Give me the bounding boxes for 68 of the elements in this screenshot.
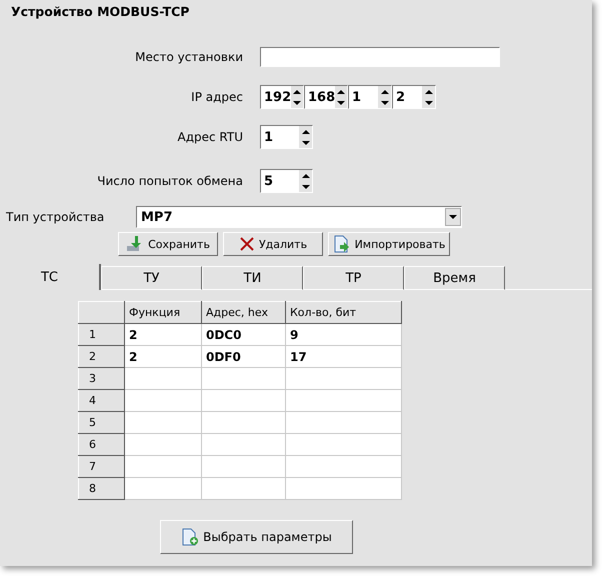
table-cell[interactable] bbox=[124, 434, 202, 456]
column-header[interactable]: Кол-во, бит bbox=[286, 302, 402, 324]
corner-cell bbox=[78, 302, 124, 324]
spin-field[interactable]: 1 bbox=[260, 125, 313, 149]
table-cell[interactable]: 9 bbox=[286, 324, 402, 346]
input-field[interactable] bbox=[260, 47, 500, 67]
spin-arrows-icon[interactable] bbox=[299, 170, 312, 192]
field-label: Тип устройства bbox=[6, 210, 106, 224]
table-cell[interactable] bbox=[124, 412, 202, 434]
spin-field[interactable]: 5 bbox=[260, 169, 313, 193]
spin-arrows-icon[interactable] bbox=[291, 86, 303, 108]
spin-arrows-icon[interactable] bbox=[422, 86, 435, 108]
field-label: Адрес RTU bbox=[176, 130, 243, 144]
row-header[interactable]: 4 bbox=[78, 390, 124, 412]
table-cell[interactable] bbox=[202, 478, 286, 500]
tab[interactable]: ТУ bbox=[101, 266, 202, 290]
spin-field[interactable]: 1 bbox=[348, 85, 392, 109]
column-header[interactable]: Адрес, hex bbox=[202, 302, 286, 324]
table-cell[interactable]: 17 bbox=[286, 346, 402, 368]
tab[interactable]: ТС bbox=[0, 264, 101, 290]
field-label: IP адрес bbox=[190, 90, 243, 104]
save-button[interactable]: Сохранить bbox=[118, 232, 218, 256]
spin-field[interactable]: 192 bbox=[260, 85, 304, 109]
tab[interactable]: Время bbox=[404, 266, 505, 290]
window-title: Устройство MODBUS-TCP bbox=[10, 3, 190, 21]
select-parameters-button[interactable]: Выбрать параметры bbox=[160, 520, 353, 554]
spin-field[interactable]: 2 bbox=[392, 85, 436, 109]
delete-button[interactable]: Удалить bbox=[223, 232, 323, 256]
row-header[interactable]: 7 bbox=[78, 456, 124, 478]
spin-arrows-icon[interactable] bbox=[378, 86, 391, 108]
field-label: Число попыток обмена bbox=[96, 174, 243, 188]
document-plus-icon bbox=[181, 528, 200, 546]
table-cell[interactable] bbox=[286, 368, 402, 390]
table-cell[interactable] bbox=[286, 478, 402, 500]
spin-arrows-icon[interactable] bbox=[335, 86, 347, 108]
spin-field[interactable]: 168 bbox=[304, 85, 348, 109]
table-cell[interactable]: 0DF0 bbox=[202, 346, 286, 368]
row-header[interactable]: 1 bbox=[78, 324, 124, 346]
table-cell[interactable] bbox=[286, 412, 402, 434]
row-header[interactable]: 5 bbox=[78, 412, 124, 434]
table-cell[interactable]: 2 bbox=[124, 346, 202, 368]
table-cell[interactable]: 0DC0 bbox=[202, 324, 286, 346]
row-header[interactable]: 3 bbox=[78, 368, 124, 390]
table-cell[interactable] bbox=[202, 456, 286, 478]
table-cell[interactable] bbox=[124, 390, 202, 412]
table-cell[interactable]: 2 bbox=[124, 324, 202, 346]
table-cell[interactable] bbox=[202, 368, 286, 390]
table-cell[interactable] bbox=[124, 456, 202, 478]
table-cell[interactable] bbox=[124, 368, 202, 390]
table-cell[interactable] bbox=[202, 390, 286, 412]
field-label: Место установки bbox=[134, 50, 243, 64]
table-cell[interactable] bbox=[202, 412, 286, 434]
table-cell[interactable] bbox=[124, 478, 202, 500]
tab[interactable]: ТР bbox=[303, 266, 404, 290]
row-header[interactable]: 2 bbox=[78, 346, 124, 368]
table-cell[interactable] bbox=[286, 456, 402, 478]
column-header[interactable]: Функция bbox=[124, 302, 202, 324]
import-button[interactable]: Импортировать bbox=[328, 232, 450, 256]
row-header[interactable]: 8 bbox=[78, 478, 124, 500]
tab[interactable]: ТИ bbox=[202, 266, 303, 290]
device-type-dropdown[interactable]: MP7 bbox=[136, 206, 462, 228]
cross-icon bbox=[238, 236, 255, 252]
row-header[interactable]: 6 bbox=[78, 434, 124, 456]
table-cell[interactable] bbox=[202, 434, 286, 456]
table-cell[interactable] bbox=[286, 434, 402, 456]
document-arrow-icon bbox=[332, 235, 351, 253]
table-cell[interactable] bbox=[286, 390, 402, 412]
spin-arrows-icon[interactable] bbox=[299, 126, 312, 148]
